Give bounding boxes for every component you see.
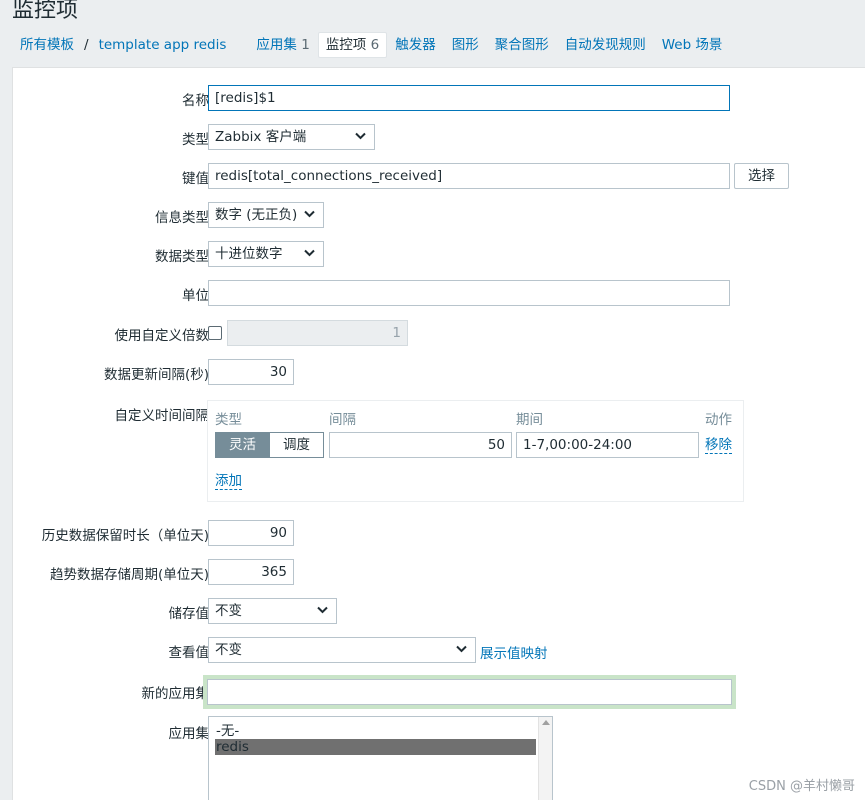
store-value-select-value: 不变 (215, 603, 242, 619)
store-value-select[interactable]: 不变 (208, 598, 337, 624)
info-type-select-value: 数字 (无正负) (215, 207, 298, 223)
value-mapping-link[interactable]: 展示值映射 (480, 642, 548, 662)
trends-label: 趋势数据存储周期(单位天) (49, 567, 209, 583)
chevron-down-icon (456, 645, 467, 653)
multiplier-checkbox[interactable] (208, 326, 222, 340)
scroll-up-icon (542, 720, 550, 725)
column-period: 期间 (516, 412, 543, 428)
period-input[interactable]: 1-7,00:00-24:00 (516, 432, 699, 458)
item-form: 名称 [redis]$1 类型 Zabbix 客户端 键值 redis[tota… (12, 67, 865, 800)
applications-listbox[interactable]: -无- redis (208, 716, 553, 800)
interval-type-flexible-button[interactable]: 灵活 (215, 432, 270, 458)
tab-screens[interactable]: 聚合图形 (487, 32, 557, 58)
tab-web[interactable]: Web 场景 (654, 32, 731, 58)
new-application-input[interactable] (207, 679, 732, 705)
list-item[interactable]: -无- (215, 723, 536, 739)
name-input[interactable]: [redis]$1 (208, 85, 730, 111)
units-input[interactable] (208, 280, 730, 306)
tab-items-label: 监控项 (325, 37, 367, 53)
type-label: 类型 (182, 132, 209, 148)
units-label: 单位 (182, 288, 209, 304)
new-application-label: 新的应用集 (141, 686, 210, 702)
listbox-scrollbar[interactable] (538, 717, 552, 800)
info-type-label: 信息类型 (155, 210, 209, 226)
history-input[interactable]: 90 (208, 520, 294, 546)
column-action: 动作 (705, 412, 732, 428)
tab-items[interactable]: 监控项 6 (317, 32, 388, 58)
breadcrumb-template[interactable]: template app redis (91, 32, 235, 58)
chevron-down-icon (317, 606, 328, 614)
custom-intervals-table: 类型 间隔 期间 动作 灵活 调度 50 1-7,00:00-24:00 移除 … (207, 400, 744, 502)
name-label: 名称 (182, 93, 209, 109)
breadcrumb-separator: / (84, 37, 89, 53)
chevron-down-icon (355, 132, 366, 140)
interval-input[interactable]: 50 (329, 432, 512, 458)
key-label: 键值 (182, 171, 209, 187)
list-item-selected[interactable]: redis (215, 739, 536, 755)
show-value-label: 查看值 (168, 645, 210, 661)
tab-triggers[interactable]: 触发器 (387, 32, 444, 58)
show-value-select-value: 不变 (215, 642, 242, 658)
new-application-wrapper (203, 675, 736, 709)
update-interval-input[interactable]: 30 (208, 359, 294, 385)
column-type: 类型 (215, 412, 242, 428)
column-interval: 间隔 (329, 412, 356, 428)
tab-discovery[interactable]: 自动发现规则 (557, 32, 654, 58)
multiplier-input: 1 (227, 320, 408, 346)
chevron-down-icon (304, 210, 315, 218)
show-value-select[interactable]: 不变 (208, 637, 476, 663)
data-type-select[interactable]: 十进位数字 (208, 241, 324, 267)
trends-input[interactable]: 365 (208, 559, 294, 585)
remove-interval-link[interactable]: 移除 (705, 437, 732, 454)
store-value-label: 储存值 (168, 606, 210, 622)
type-select-value: Zabbix 客户端 (215, 129, 307, 145)
tab-applications-label: 应用集 (256, 37, 297, 53)
data-type-select-value: 十进位数字 (215, 246, 283, 262)
page-title: 监控项 (12, 0, 79, 23)
breadcrumb-tabs: 所有模板 / template app redis 应用集 1 监控项 6 触发… (12, 30, 865, 60)
breadcrumb-all-templates[interactable]: 所有模板 (12, 32, 82, 58)
tab-graphs[interactable]: 图形 (444, 32, 487, 58)
custom-intervals-label: 自定义时间间隔 (114, 408, 210, 424)
history-label: 历史数据保留时长（单位天) (41, 528, 209, 544)
key-input[interactable]: redis[total_connections_received] (208, 163, 730, 189)
tab-items-count: 6 (370, 37, 380, 53)
key-select-button[interactable]: 选择 (734, 163, 789, 189)
update-interval-label: 数据更新间隔(秒) (103, 367, 209, 383)
info-type-select[interactable]: 数字 (无正负) (208, 202, 324, 228)
interval-type-scheduling-button[interactable]: 调度 (269, 432, 324, 458)
tab-applications-count: 1 (301, 37, 310, 53)
chevron-down-icon (304, 249, 315, 257)
add-interval-link[interactable]: 添加 (215, 473, 242, 490)
type-select[interactable]: Zabbix 客户端 (208, 124, 375, 150)
applications-label: 应用集 (168, 726, 210, 742)
tab-applications[interactable]: 应用集 1 (248, 32, 317, 58)
multiplier-label: 使用自定义倍数 (114, 328, 210, 344)
data-type-label: 数据类型 (155, 249, 209, 265)
watermark: CSDN @羊村懒哥 (748, 779, 855, 794)
